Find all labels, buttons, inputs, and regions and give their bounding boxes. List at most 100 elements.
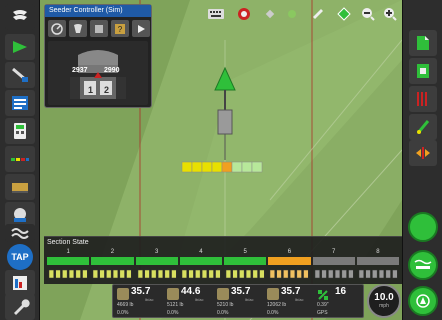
speed-gauge[interactable]: 10.0 mph bbox=[367, 284, 401, 318]
row-unit bbox=[239, 269, 245, 279]
row-unit bbox=[371, 269, 378, 279]
stat-weight: 4669 lb bbox=[117, 302, 134, 308]
implement-icon[interactable] bbox=[5, 62, 35, 88]
row-unit bbox=[194, 269, 201, 279]
gps-stat[interactable]: 16 0.39" GPS bbox=[315, 285, 365, 319]
wave-icon[interactable] bbox=[5, 224, 35, 242]
section-number: 5 bbox=[243, 249, 247, 255]
topcon-logo-icon bbox=[5, 4, 35, 30]
gps-satellite-count: 16 bbox=[335, 286, 347, 297]
stat-rate: 35.7 bbox=[281, 286, 301, 297]
keyboard-icon[interactable] bbox=[208, 6, 224, 22]
row-unit bbox=[181, 269, 187, 279]
product-stat-3[interactable]: 35.7 lb/ac 5210 lb 0.0% bbox=[215, 285, 265, 319]
section-state-panel: Section State 1 2 3 4 5 6 7 8 bbox=[44, 236, 402, 284]
list-icon[interactable] bbox=[5, 90, 35, 116]
right-sidebar bbox=[402, 0, 442, 320]
zoom-out-icon[interactable] bbox=[360, 6, 376, 22]
row-unit bbox=[320, 269, 327, 279]
section-1[interactable]: 1 bbox=[47, 249, 90, 281]
row-unit bbox=[208, 269, 214, 279]
tank-icon[interactable] bbox=[90, 20, 108, 37]
row-unit bbox=[137, 269, 143, 279]
section-6[interactable]: 6 bbox=[268, 249, 311, 281]
tank-label-1: 1 bbox=[88, 85, 94, 95]
stat-weight: 5210 lb bbox=[217, 302, 234, 308]
auto-steer-icon[interactable] bbox=[409, 30, 437, 56]
section-8[interactable]: 8 bbox=[356, 249, 399, 281]
row-unit bbox=[378, 269, 384, 279]
row-unit bbox=[164, 269, 170, 279]
satellite-icon[interactable] bbox=[262, 6, 278, 22]
shift-line-icon[interactable] bbox=[409, 140, 437, 166]
sections-auto-button[interactable] bbox=[408, 250, 438, 280]
product-stats-bar: 35.7 lb/ac 4669 lb 0.0% 44.6 lb/ac 5121 … bbox=[112, 284, 364, 318]
section-number: 4 bbox=[199, 249, 203, 255]
gps-satellite-icon bbox=[317, 288, 329, 300]
calibration-icon[interactable]: ? bbox=[111, 20, 129, 37]
svg-text:?: ? bbox=[118, 25, 123, 34]
calculator-icon[interactable] bbox=[5, 118, 35, 144]
row-unit bbox=[143, 269, 150, 279]
report-icon[interactable] bbox=[5, 270, 35, 296]
settings-wrench-icon[interactable] bbox=[5, 294, 35, 320]
row-unit bbox=[68, 269, 75, 279]
row-unit bbox=[55, 269, 61, 279]
row-unit bbox=[150, 269, 156, 279]
screen: TAP Seeder Controller (Sim) ? 2937 2990 … bbox=[0, 0, 442, 320]
section-status-bar bbox=[91, 257, 134, 265]
section-number: 2 bbox=[110, 249, 115, 255]
row-unit bbox=[334, 269, 340, 279]
row-units bbox=[91, 267, 133, 279]
seeder-title[interactable]: Seeder Controller (Sim) bbox=[45, 5, 151, 17]
tap-button[interactable]: TAP bbox=[7, 244, 33, 270]
view-mode-icon[interactable] bbox=[336, 6, 352, 22]
stat-weight: 12062 lb bbox=[267, 302, 287, 308]
stat-rate: 44.6 bbox=[181, 286, 201, 297]
row-units bbox=[180, 267, 222, 279]
section-2[interactable]: 2 bbox=[91, 249, 134, 281]
section-control-icon[interactable] bbox=[5, 146, 35, 172]
row-unit bbox=[341, 269, 347, 279]
section-3[interactable]: 3 bbox=[135, 249, 178, 281]
row-unit bbox=[392, 269, 398, 279]
hopper-icon[interactable] bbox=[69, 20, 87, 37]
record-icon[interactable] bbox=[236, 6, 252, 22]
row-unit bbox=[157, 269, 163, 279]
boundary-icon[interactable] bbox=[409, 86, 437, 112]
row-unit bbox=[303, 269, 309, 279]
section-5[interactable]: 5 bbox=[224, 249, 267, 281]
row-unit bbox=[215, 269, 221, 279]
stat-percent: 0.0% bbox=[117, 310, 129, 316]
section-number: 1 bbox=[66, 249, 70, 255]
stat-rate: 35.7 bbox=[131, 286, 151, 297]
section-7[interactable]: 7 bbox=[312, 249, 355, 281]
product-stat-2[interactable]: 44.6 lb/ac 5121 lb 0.0% bbox=[165, 285, 215, 319]
section-number: 8 bbox=[376, 249, 380, 255]
stat-percent: 0.0% bbox=[167, 310, 179, 316]
document-icon[interactable] bbox=[409, 58, 437, 84]
row-units bbox=[47, 267, 89, 279]
row-unit bbox=[99, 269, 105, 279]
rate-arrow-icon bbox=[94, 67, 102, 78]
stat-unit: lb/ac bbox=[145, 297, 154, 302]
zoom-in-icon[interactable] bbox=[382, 6, 398, 22]
row-unit bbox=[119, 269, 126, 279]
left-sidebar: TAP bbox=[0, 0, 40, 320]
gps-accuracy: 0.39" bbox=[317, 302, 329, 308]
product-stat-1[interactable]: 35.7 lb/ac 4669 lb 0.0% bbox=[115, 285, 165, 319]
engage-button[interactable] bbox=[408, 212, 438, 242]
row-unit bbox=[290, 269, 296, 279]
play-icon[interactable] bbox=[132, 20, 150, 37]
seeder-icon[interactable] bbox=[5, 174, 35, 200]
row-units bbox=[313, 267, 355, 279]
layers-icon[interactable] bbox=[310, 6, 326, 22]
section-4[interactable]: 4 bbox=[179, 249, 222, 281]
gauge-icon[interactable] bbox=[48, 20, 66, 37]
steering-button[interactable] bbox=[408, 286, 438, 316]
guidance-icon[interactable] bbox=[5, 34, 35, 60]
stat-unit: lb/ac bbox=[195, 297, 204, 302]
marker-icon[interactable] bbox=[409, 114, 437, 140]
product-stat-4[interactable]: 35.7 lb/ac 12062 lb 0.0% bbox=[265, 285, 315, 319]
row-unit bbox=[113, 269, 119, 279]
